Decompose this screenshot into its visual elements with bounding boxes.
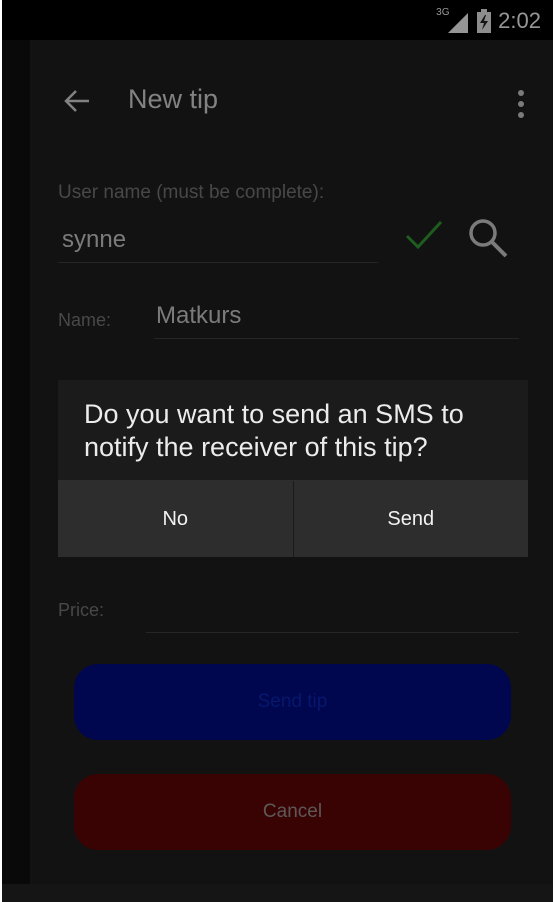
search-icon[interactable] <box>466 216 510 260</box>
clock: 2:02 <box>498 8 541 33</box>
check-icon <box>405 220 443 250</box>
user-name-field[interactable]: synne <box>62 226 374 254</box>
page-title: New tip <box>128 84 219 114</box>
dialog-message: Do you want to send an SMS to notify the… <box>84 399 464 462</box>
status-icons: 3G 2:02 <box>436 7 541 34</box>
network-type-icon: 3G <box>436 7 470 33</box>
user-name-label: User name (must be complete): <box>58 182 325 203</box>
price-label: Price: <box>58 600 105 620</box>
send-button[interactable]: Send <box>292 481 528 557</box>
name-underline <box>154 338 519 339</box>
status-bar: 3G 2:02 <box>2 0 553 40</box>
no-button[interactable]: No <box>58 481 293 557</box>
price-field[interactable] <box>146 632 519 633</box>
name-label: Name: <box>58 310 112 330</box>
name-field[interactable]: Matkurs <box>156 302 241 330</box>
send-tip-button[interactable]: Send tip <box>74 664 511 740</box>
battery-icon <box>477 9 492 33</box>
sms-confirm-dialog: Do you want to send an SMS to notify the… <box>58 380 528 557</box>
phone-screen: 3G 2:02 New tip User name (must be compl… <box>2 0 553 902</box>
user-name-underline <box>58 262 378 263</box>
dialog-buttons: No Send <box>58 480 528 557</box>
cancel-button[interactable]: Cancel <box>74 774 511 850</box>
app-bar: New tip <box>30 40 553 160</box>
more-vert-icon[interactable] <box>517 90 525 120</box>
arrow-back-icon[interactable] <box>62 86 92 116</box>
bottom-bar <box>2 884 553 902</box>
signal-icon <box>448 13 469 33</box>
